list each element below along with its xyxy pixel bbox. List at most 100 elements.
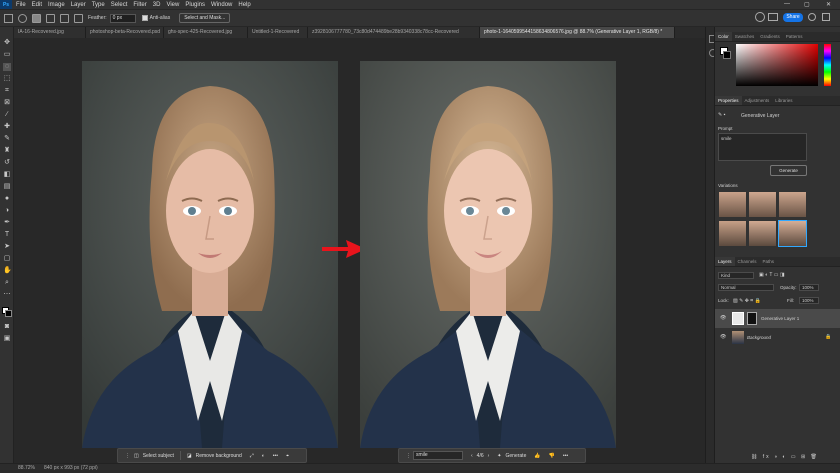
tab-document[interactable]: photoshop-beta-Recovered.psd <box>86 27 164 38</box>
menu-file[interactable]: File <box>16 2 26 8</box>
share-button[interactable]: Share <box>783 13 803 22</box>
path-selection-icon[interactable]: ➤ <box>3 243 11 251</box>
zoom-level[interactable]: 88.72% <box>18 464 35 473</box>
lasso-tool-icon[interactable]: ◌ <box>3 63 11 71</box>
eyedropper-tool-icon[interactable]: ∕ <box>3 111 11 119</box>
menu-edit[interactable]: Edit <box>32 2 42 8</box>
background-swatch[interactable] <box>723 51 731 59</box>
layer-name[interactable]: Background <box>747 335 771 340</box>
intersect-selection-icon[interactable] <box>74 13 83 23</box>
layer-actions[interactable]: ⛓ fx ◑ ◐ ▭ ⊞ 🗑 <box>751 454 819 460</box>
pin-icon[interactable]: ⌖ <box>286 453 289 459</box>
opacity-input[interactable]: 100% <box>799 284 819 291</box>
menu-help[interactable]: Help <box>238 2 250 8</box>
subtract-selection-icon[interactable] <box>60 13 69 23</box>
search-icon[interactable] <box>808 13 816 21</box>
more-options-button[interactable]: ••• <box>273 453 278 459</box>
more-options-button[interactable]: ••• <box>563 453 568 459</box>
menu-plugins[interactable]: Plugins <box>185 2 205 8</box>
color-field[interactable] <box>736 44 818 86</box>
prompt-textarea[interactable]: smile <box>718 133 807 161</box>
blur-tool-icon[interactable]: ● <box>3 195 11 203</box>
healing-brush-icon[interactable]: ✚ <box>3 123 11 131</box>
menu-view[interactable]: View <box>166 2 179 8</box>
rectangle-tool-icon[interactable]: ▢ <box>3 255 11 263</box>
brush-tool-icon[interactable]: ✎ <box>3 135 11 143</box>
generate-button[interactable]: Generate <box>770 165 807 176</box>
new-selection-icon[interactable] <box>32 13 41 23</box>
layer-mask-thumbnail[interactable] <box>747 312 757 325</box>
tab-layers[interactable]: Layers <box>715 257 735 266</box>
adjust-icon[interactable]: ◐ <box>262 453 265 459</box>
thumbs-up-icon[interactable]: 👍 <box>534 453 540 459</box>
more-tools-icon[interactable]: ⋯ <box>3 291 11 299</box>
generate-button[interactable]: Generate <box>506 453 527 459</box>
tab-document[interactable]: IA-16-Recovered.jpg <box>14 27 86 38</box>
menu-select[interactable]: Select <box>111 2 128 8</box>
tab-color[interactable]: Color <box>715 32 732 41</box>
zoom-tool-icon[interactable]: ⌕ <box>3 279 11 287</box>
next-variation-icon[interactable]: › <box>488 453 490 459</box>
object-selection-icon[interactable]: ⬚ <box>3 75 11 83</box>
photoshop-logo[interactable]: Ps <box>0 0 12 9</box>
close-button[interactable]: ✕ <box>826 1 831 8</box>
lasso-tool-icon[interactable] <box>18 13 27 23</box>
transform-icon[interactable]: ⤢ <box>250 453 254 459</box>
tab-channels[interactable]: Channels <box>735 257 760 266</box>
menu-3d[interactable]: 3D <box>153 2 161 8</box>
feather-input[interactable]: 0 px <box>109 13 136 23</box>
discover-icon[interactable] <box>755 12 765 22</box>
tab-paths[interactable]: Paths <box>760 257 778 266</box>
background-color-swatch[interactable] <box>5 310 12 317</box>
tab-adjustments[interactable]: Adjustments <box>742 96 773 105</box>
menu-window[interactable]: Window <box>211 2 232 8</box>
type-tool-icon[interactable]: T <box>3 231 11 239</box>
visibility-eye-icon[interactable]: 👁 <box>720 334 726 340</box>
tab-patterns[interactable]: Patterns <box>783 32 806 41</box>
move-tool-icon[interactable]: ✥ <box>3 39 11 47</box>
menu-type[interactable]: Type <box>92 2 105 8</box>
maximize-button[interactable]: ▢ <box>804 1 810 8</box>
home-icon[interactable] <box>4 13 13 23</box>
tab-document[interactable]: ghs-spec-425-Recovered.jpg <box>164 27 248 38</box>
crop-tool-icon[interactable]: ⌗ <box>3 87 11 95</box>
screen-mode-icon[interactable]: ▣ <box>3 335 11 343</box>
menu-layer[interactable]: Layer <box>71 2 86 8</box>
thumbs-down-icon[interactable]: 👎 <box>549 453 555 459</box>
pen-tool-icon[interactable]: ✒ <box>3 219 11 227</box>
lock-icons[interactable]: ▨ ✎ ✥ ⌗ 🔒 <box>733 298 761 304</box>
fill-input[interactable]: 100% <box>799 297 819 304</box>
variation-thumbnail[interactable] <box>749 192 776 217</box>
tab-document-active[interactable]: photo-1-1640599544158634806576.jpg @ 88.… <box>480 27 675 38</box>
add-selection-icon[interactable] <box>46 13 55 23</box>
variation-thumbnail[interactable] <box>719 221 746 246</box>
drag-handle-icon[interactable]: ⋮ <box>406 453 411 459</box>
hue-slider[interactable] <box>824 44 831 86</box>
frame-tool-icon[interactable]: ⊠ <box>3 99 11 107</box>
minimize-button[interactable]: — <box>784 1 790 7</box>
tab-document[interactable]: z3928106777780_73c80d474489be28b9340338c… <box>308 27 480 38</box>
drag-handle-icon[interactable]: ⋮ <box>125 453 130 459</box>
dodge-tool-icon[interactable]: ◑ <box>3 207 11 215</box>
clone-stamp-icon[interactable]: ♜ <box>3 147 11 155</box>
remove-background-button[interactable]: Remove background <box>196 453 242 459</box>
gradient-tool-icon[interactable]: ▤ <box>3 183 11 191</box>
tab-swatches[interactable]: Swatches <box>732 32 758 41</box>
workspace-icon[interactable] <box>822 13 830 21</box>
document-dimensions[interactable]: 840 px x 993 px (72 ppi) <box>44 464 98 473</box>
select-subject-button[interactable]: Select subject <box>143 453 174 459</box>
antialias-checkbox[interactable] <box>141 15 148 21</box>
variation-thumbnail[interactable] <box>719 192 746 217</box>
tab-properties[interactable]: Properties <box>715 96 742 105</box>
tab-libraries[interactable]: Libraries <box>772 96 795 105</box>
variation-thumbnail-selected[interactable] <box>778 220 807 247</box>
tab-document[interactable]: Untitled-1-Recovered <box>248 27 308 38</box>
eraser-tool-icon[interactable]: ◧ <box>3 171 11 179</box>
quick-mask-icon[interactable]: ◙ <box>3 323 11 331</box>
previous-variation-icon[interactable]: ‹ <box>471 453 473 459</box>
tab-gradients[interactable]: Gradients <box>757 32 783 41</box>
blend-mode-select[interactable]: Normal <box>718 284 774 291</box>
filter-icons[interactable]: ▣ ◐ T ▭ ◨ <box>759 272 785 278</box>
canvas-area[interactable] <box>14 38 705 463</box>
cloud-icon[interactable] <box>768 13 778 21</box>
